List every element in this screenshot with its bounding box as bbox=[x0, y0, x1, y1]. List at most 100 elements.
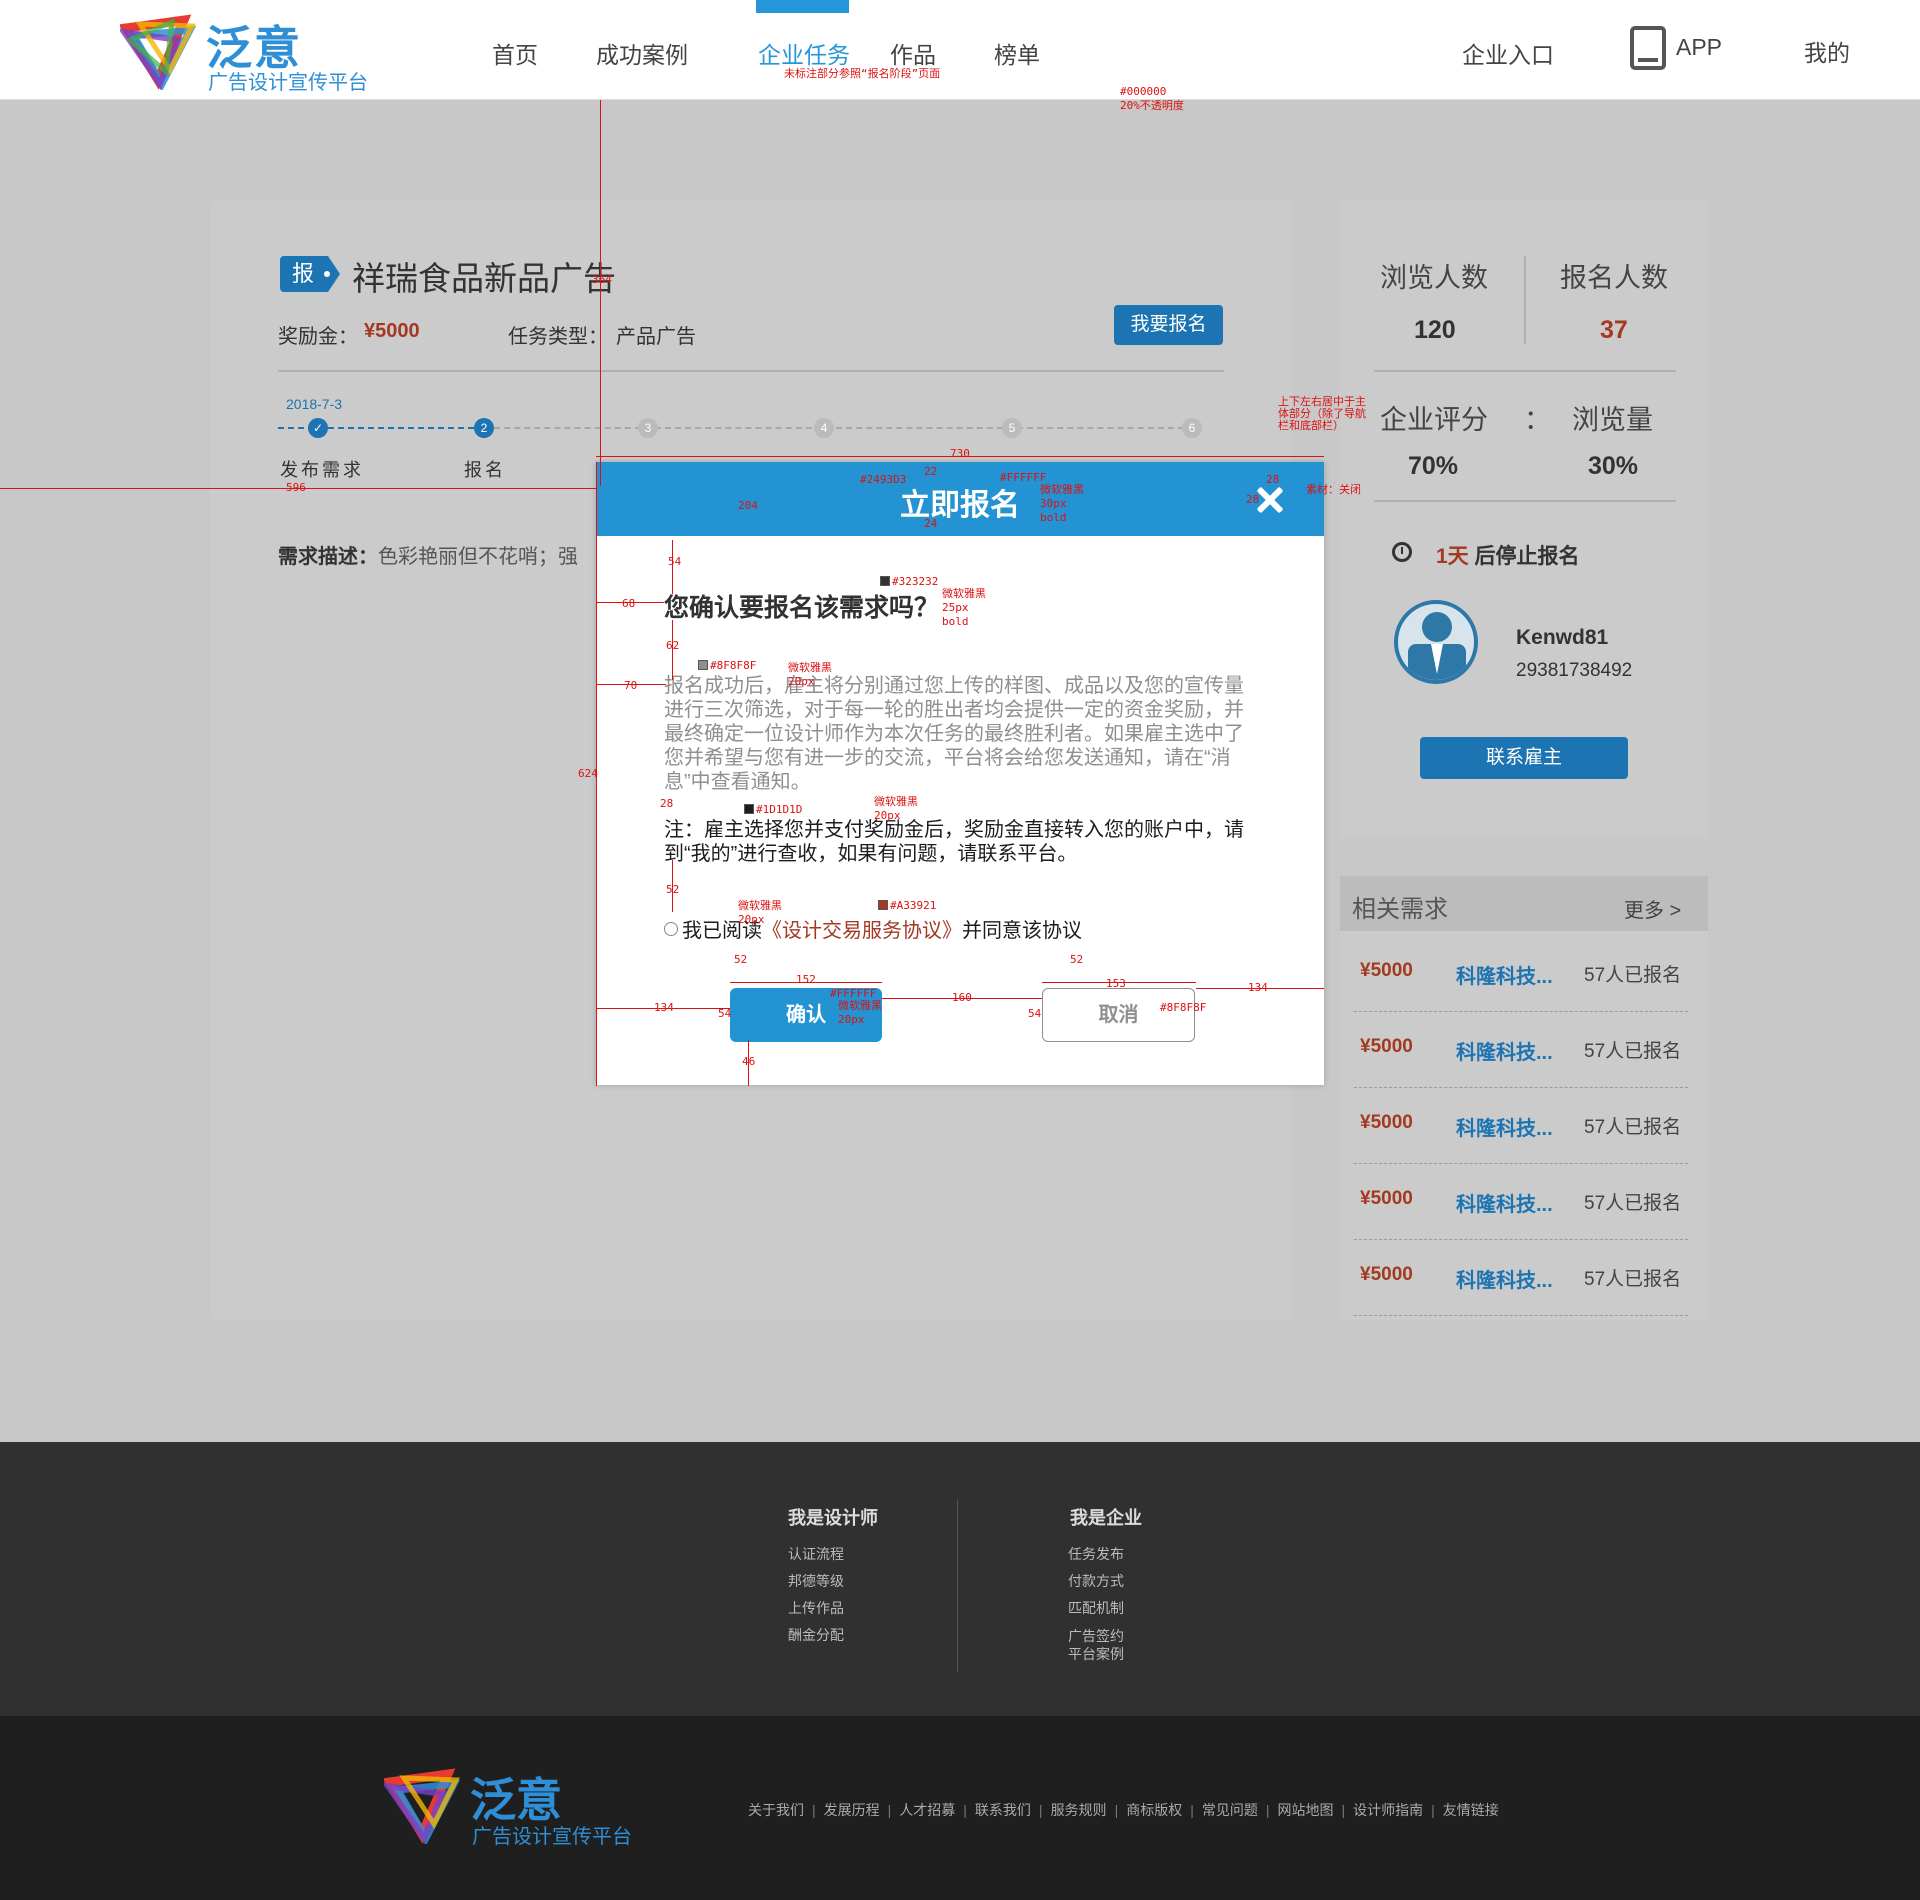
nav-cases[interactable]: 成功案例 bbox=[596, 36, 688, 70]
nav-enterprise-tasks[interactable]: 企业任务 bbox=[758, 36, 850, 70]
task-type-label: 任务类型： bbox=[508, 326, 608, 348]
requirement-description: 需求描述：色彩艳丽但不花哨；强 bbox=[278, 540, 578, 569]
step-5-dot: 5 bbox=[1002, 418, 1022, 438]
dim-364: 364 bbox=[592, 273, 612, 286]
deadline-days: 1天 bbox=[1436, 545, 1469, 568]
nav-rankings[interactable]: 榜单 bbox=[994, 36, 1040, 70]
logo-mark-icon bbox=[120, 14, 197, 90]
footer-bottom-link[interactable]: 关于我们 bbox=[748, 1802, 804, 1818]
footer-link[interactable]: 认证流程 bbox=[788, 1544, 844, 1564]
link-separator: | bbox=[1341, 1802, 1346, 1818]
related-name-link[interactable]: 科隆科技... bbox=[1456, 960, 1553, 989]
dim-160: 160 bbox=[952, 991, 972, 1004]
footer-link[interactable]: 平台案例 bbox=[1068, 1644, 1124, 1664]
rating-label: 企业评分 bbox=[1380, 405, 1488, 435]
related-reward: ¥5000 bbox=[1360, 1036, 1413, 1057]
dim-730: 730 bbox=[950, 447, 970, 460]
cancel-button[interactable]: 取消 bbox=[1042, 988, 1195, 1042]
footer-link-bar: 关于我们 | 发展历程 | 人才招募 | 联系我们 | 服务规则 | 商标版权 | 常见问题 | 网站地图 |… bbox=[740, 1800, 1507, 1820]
dim-52-a: 52 bbox=[666, 883, 680, 896]
footer-link[interactable]: 酬金分配 bbox=[788, 1625, 844, 1645]
footer-bottom-link[interactable]: 友情链接 bbox=[1443, 1802, 1499, 1818]
ann-q-color: #323232 bbox=[880, 576, 938, 588]
dim-28-a: 28 bbox=[1266, 473, 1280, 486]
tablet-icon[interactable] bbox=[1630, 26, 1666, 70]
related-count: 57人已报名 bbox=[1584, 1117, 1682, 1138]
related-name-link[interactable]: 科隆科技... bbox=[1456, 1264, 1553, 1293]
footer-link[interactable]: 付款方式 bbox=[1068, 1571, 1124, 1591]
related-item[interactable]: ¥5000 科隆科技... 57人已报名 bbox=[1354, 1012, 1688, 1088]
nav-mine[interactable]: 我的 bbox=[1804, 34, 1850, 68]
nav-app[interactable]: APP bbox=[1676, 34, 1722, 61]
related-name-link[interactable]: 科隆科技... bbox=[1456, 1112, 1553, 1141]
footer-logo-mark-icon bbox=[384, 1768, 461, 1844]
logo-slogan: 广告设计宣传平台 bbox=[208, 72, 368, 94]
footer-bottom-link[interactable]: 网站地图 bbox=[1277, 1802, 1333, 1818]
dim-152: 152 bbox=[796, 973, 816, 986]
related-item[interactable]: ¥5000 科隆科技... 57人已报名 bbox=[1354, 936, 1688, 1012]
task-title: 祥瑞食品新品广告 bbox=[352, 260, 616, 297]
footer-link[interactable]: 匹配机制 bbox=[1068, 1598, 1124, 1618]
footer-bottom-link[interactable]: 常见问题 bbox=[1202, 1802, 1258, 1818]
signups-label: 报名人数 bbox=[1560, 263, 1668, 293]
footer-divider bbox=[957, 1500, 958, 1672]
related-item[interactable]: ¥5000 科隆科技... 57人已报名 bbox=[1354, 1240, 1688, 1316]
ann-q-weight: bold bbox=[942, 615, 969, 628]
desc-label: 需求描述： bbox=[278, 546, 378, 568]
top-navbar: 泛意 广告设计宣传平台 首页 成功案例 企业任务 作品 榜单 企业入口 APP … bbox=[0, 0, 1920, 100]
related-item[interactable]: ¥5000 科隆科技... 57人已报名 bbox=[1354, 1164, 1688, 1240]
step-3-dot: 3 bbox=[638, 418, 658, 438]
ann-nav-note: 未标注部分参照“报名阶段”页面 bbox=[784, 67, 941, 80]
footer-bottom-link[interactable]: 联系我们 bbox=[975, 1802, 1031, 1818]
related-more-link[interactable]: 更多 > bbox=[1624, 894, 1681, 923]
nav-enterprise-entry[interactable]: 企业入口 bbox=[1462, 36, 1554, 70]
views-label: 浏览人数 bbox=[1380, 263, 1488, 293]
rating-value: 70% bbox=[1408, 452, 1459, 480]
related-name-link[interactable]: 科隆科技... bbox=[1456, 1188, 1553, 1217]
ann-p-color: #8F8F8F bbox=[698, 660, 756, 672]
footer-bottom-link[interactable]: 服务规则 bbox=[1051, 1802, 1107, 1818]
dim-24: 24 bbox=[924, 517, 938, 530]
footer-bottom-link[interactable]: 人才招募 bbox=[899, 1802, 955, 1818]
footer-link[interactable]: 邦德等级 bbox=[788, 1571, 844, 1591]
related-count: 57人已报名 bbox=[1584, 965, 1682, 986]
progress-line-todo bbox=[484, 427, 1194, 429]
footer-bottom-link[interactable]: 商标版权 bbox=[1126, 1802, 1182, 1818]
modal-note: 注：雇主选择您并支付奖励金后，奖励金直接转入您的账户中，请到“我的”进行查收，如… bbox=[664, 819, 1244, 865]
agree-radio[interactable] bbox=[664, 922, 678, 936]
footer-logo[interactable]: 泛意 广告设计宣传平台 bbox=[384, 1764, 664, 1848]
related-name-link[interactable]: 科隆科技... bbox=[1456, 1036, 1553, 1065]
footer-link[interactable]: 上传作品 bbox=[788, 1598, 844, 1618]
footer-link[interactable]: 任务发布 bbox=[1068, 1544, 1124, 1564]
footer-bottom-link[interactable]: 发展历程 bbox=[824, 1802, 880, 1818]
link-separator: | bbox=[1265, 1802, 1270, 1818]
nav-home[interactable]: 首页 bbox=[492, 36, 538, 70]
ann-p-font: 微软雅黑 bbox=[788, 661, 832, 674]
nav-works[interactable]: 作品 bbox=[890, 36, 936, 70]
footer-link[interactable]: 广告签约 bbox=[1068, 1626, 1124, 1646]
related-count: 57人已报名 bbox=[1584, 1269, 1682, 1290]
agreement-link[interactable]: 《设计交易服务协议》 bbox=[762, 920, 962, 942]
contact-employer-button[interactable]: 联系雇主 bbox=[1420, 737, 1628, 779]
dim-28-c: 28 bbox=[660, 797, 674, 810]
footer-bottom-link[interactable]: 设计师指南 bbox=[1353, 1802, 1423, 1818]
related-count: 57人已报名 bbox=[1584, 1041, 1682, 1062]
ann-p-size: 20px bbox=[788, 675, 815, 688]
reward-label: 奖励金： bbox=[278, 326, 358, 348]
dim-46: 46 bbox=[742, 1055, 756, 1068]
related-reward: ¥5000 bbox=[1360, 1188, 1413, 1209]
link-separator: | bbox=[1431, 1802, 1435, 1818]
deadline-text: 1天 后停止报名 bbox=[1436, 540, 1580, 570]
employer-avatar[interactable] bbox=[1394, 600, 1478, 684]
related-item[interactable]: ¥5000 科隆科技... 57人已报名 bbox=[1354, 1088, 1688, 1164]
site-logo[interactable]: 泛意 广告设计宣传平台 bbox=[120, 10, 380, 94]
signup-button[interactable]: 我要报名 bbox=[1114, 305, 1223, 345]
ann-title-weight: bold bbox=[1040, 511, 1067, 524]
related-reward: ¥5000 bbox=[1360, 1112, 1413, 1133]
close-icon[interactable] bbox=[1256, 486, 1284, 514]
link-separator: | bbox=[887, 1802, 892, 1818]
footer-links-area bbox=[0, 1442, 1920, 1716]
dim-52-c: 52 bbox=[1070, 953, 1084, 966]
ann-note-color: #1D1D1D bbox=[744, 804, 802, 816]
employer-name: Kenwd81 bbox=[1516, 626, 1609, 649]
